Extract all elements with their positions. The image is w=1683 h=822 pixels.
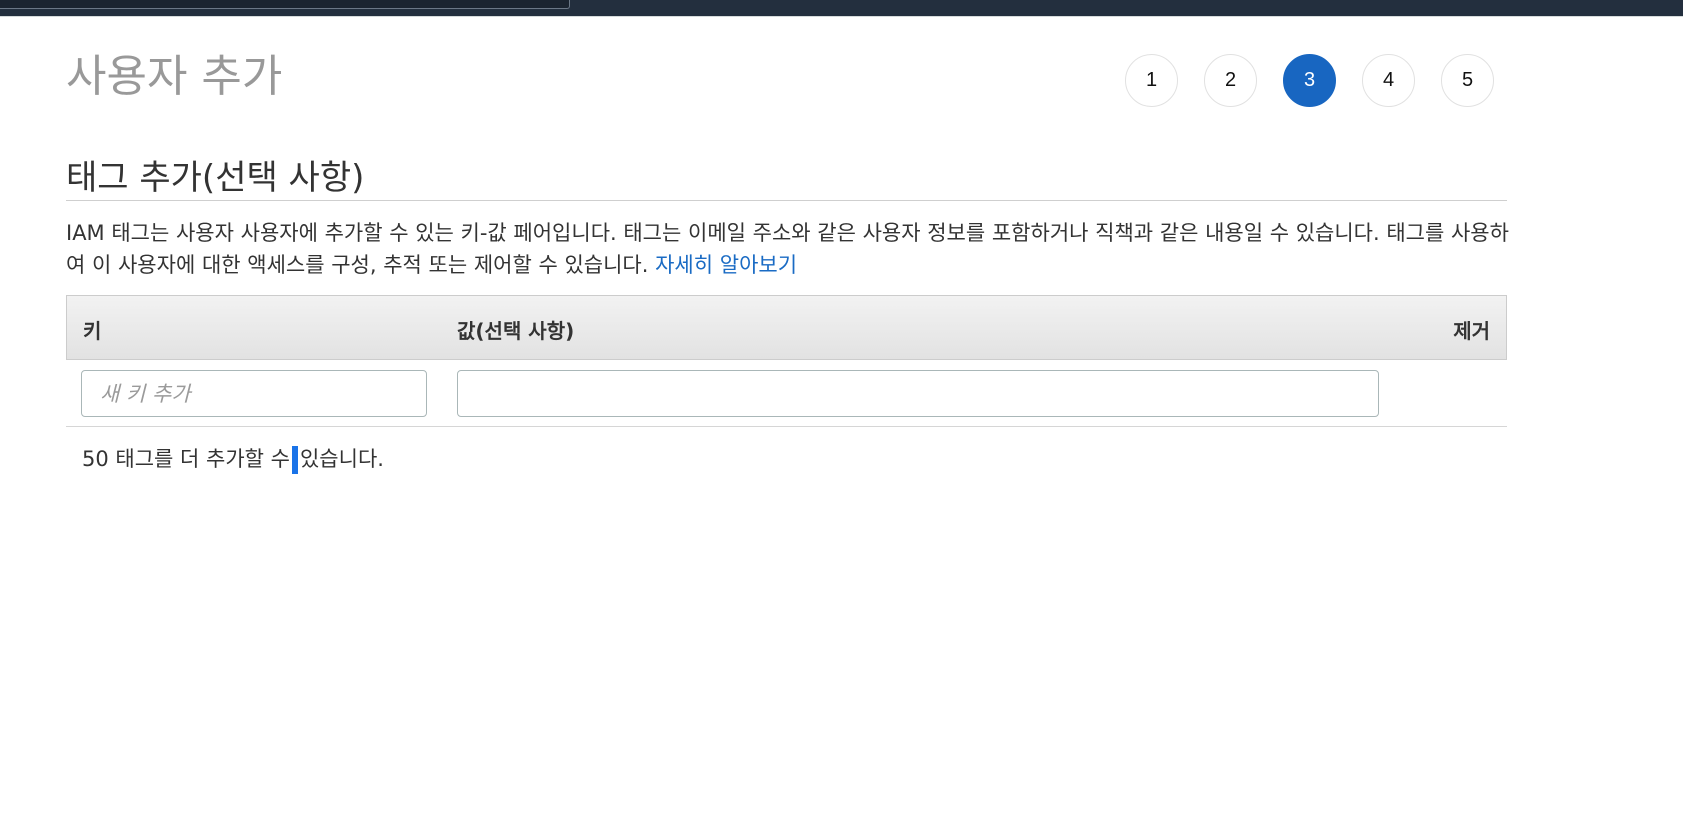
table-row	[66, 360, 1507, 427]
section-description: IAM 태그는 사용자 사용자에 추가할 수 있는 키-값 페어입니다. 태그는…	[66, 217, 1511, 281]
value-column-header: 값(선택 사항)	[457, 319, 575, 343]
tag-value-input[interactable]	[457, 370, 1379, 417]
section-divider	[66, 200, 1507, 201]
tag-table: 키 값(선택 사항) 제거	[66, 295, 1507, 427]
step-1[interactable]: 1	[1125, 54, 1178, 107]
tags-remaining-suffix: 있습니다.	[299, 447, 384, 471]
tags-remaining-text: 50 태그를 더 추가할 수 있습니다.	[82, 443, 384, 474]
top-bar-divider	[0, 16, 1683, 17]
tag-table-header: 키 값(선택 사항) 제거	[66, 295, 1507, 360]
new-key-input[interactable]	[81, 370, 427, 417]
key-column-header: 키	[83, 319, 102, 343]
page-title: 사용자 추가	[66, 51, 283, 102]
tags-remaining-prefix: 50 태그를 더 추가할 수	[82, 447, 290, 471]
step-2[interactable]: 2	[1204, 54, 1257, 107]
step-4[interactable]: 4	[1362, 54, 1415, 107]
console-top-bar	[0, 0, 1683, 16]
step-3[interactable]: 3	[1283, 54, 1336, 107]
section-title: 태그 추가(선택 사항)	[66, 158, 365, 198]
text-cursor	[291, 446, 298, 474]
learn-more-link[interactable]: 자세히 알아보기	[655, 253, 797, 277]
console-search-field[interactable]	[0, 0, 570, 9]
step-5[interactable]: 5	[1441, 54, 1494, 107]
wizard-steps: 1 2 3 4 5	[1125, 54, 1494, 107]
remove-column-header: 제거	[1453, 319, 1490, 343]
